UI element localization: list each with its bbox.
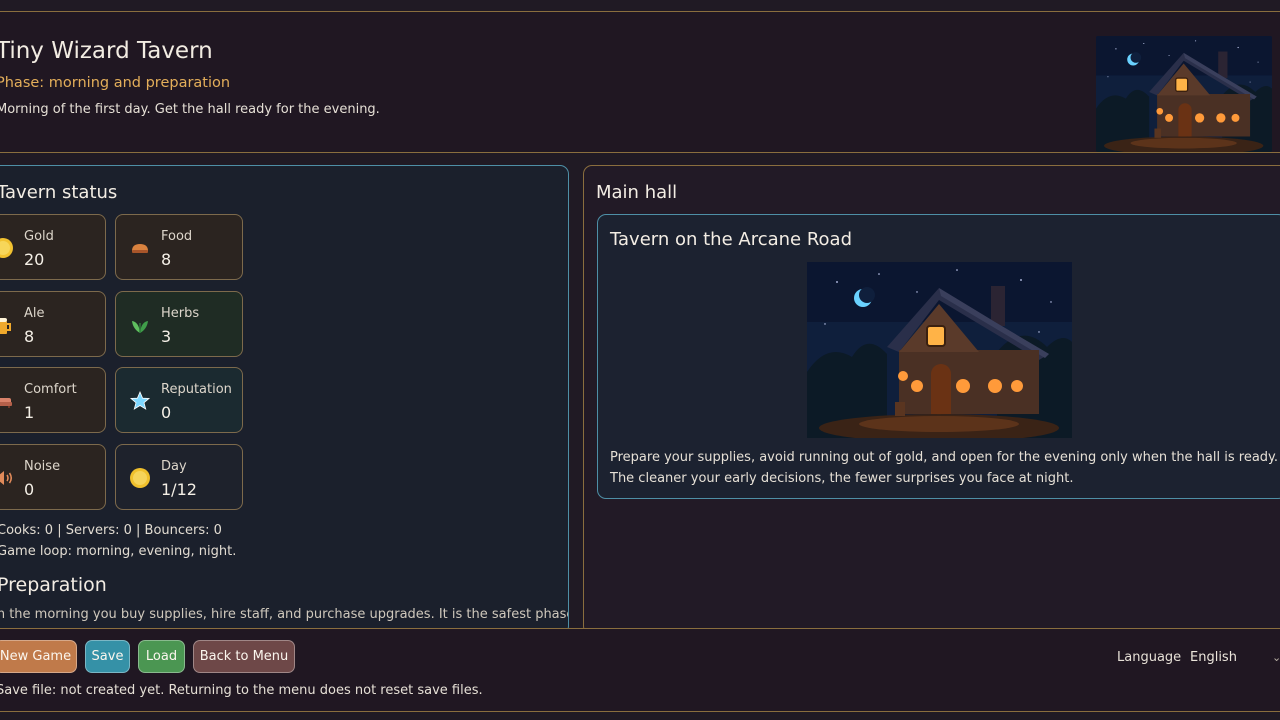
game-title: Tiny Wizard Tavern [0,38,213,64]
resource-value: 20 [24,250,45,269]
footer: New Game Save Load Back to Menu Save fil… [0,629,1280,711]
resource-value: 8 [24,327,35,346]
resource-card-day: Day 1/12 [115,444,243,510]
resource-label: Noise [24,459,61,474]
new-game-button[interactable]: New Game [0,640,77,673]
main-hall-panel: Main hall Tavern on the Arcane Road Prep… [583,165,1280,635]
language-select[interactable]: English [1190,650,1280,665]
resource-label: Comfort [24,382,77,397]
sofa-icon [0,398,12,408]
resource-value: 1/12 [161,480,197,499]
back-to-menu-button[interactable]: Back to Menu [193,640,295,673]
location-title: Tavern on the Arcane Road [610,229,853,250]
preparation-text: In the morning you buy supplies, hire st… [0,607,569,622]
speaker-icon [0,471,13,485]
language-label: Language [1117,650,1182,665]
resource-card-food: Food 8 [115,214,243,280]
coin-icon [0,238,13,258]
resource-value: 0 [24,480,35,499]
phase-description: Morning of the first day. Get the hall r… [0,102,380,117]
resource-card-reputation: Reputation 0 [115,367,243,433]
resource-value: 1 [24,403,35,422]
staff-summary: Cooks: 0 | Servers: 0 | Bouncers: 0 [0,523,222,538]
resource-label: Food [161,229,193,244]
resource-card-herbs: Herbs 3 [115,291,243,357]
location-description-line: Prepare your supplies, avoid running out… [610,450,1279,465]
resource-label: Reputation [161,382,232,397]
location-card: Tavern on the Arcane Road Prepare your s… [597,214,1280,499]
resource-card-noise: Noise 0 [0,444,106,510]
resource-card-gold: Gold 20 [0,214,106,280]
load-button[interactable]: Load [138,640,185,673]
preparation-title: Preparation [0,574,107,596]
resource-card-ale: Ale 8 [0,291,106,357]
beer-mug-icon [0,318,11,334]
main-hall-title: Main hall [596,182,678,203]
tavern-status-title: Tavern status [0,182,118,203]
bottom-border [0,711,1280,712]
header-divider [0,152,1280,153]
resource-value: 0 [161,403,172,422]
resource-label: Day [161,459,187,474]
resource-label: Gold [24,229,54,244]
resource-value: 8 [161,250,172,269]
resource-label: Herbs [161,306,200,321]
phase-label: Phase: morning and preparation [0,75,231,91]
resource-card-comfort: Comfort 1 [0,367,106,433]
tavern-scene-image [807,262,1072,438]
resource-label: Ale [24,306,45,321]
tavern-status-panel: Tavern status Gold 20 Food 8 Ale 8 Herbs… [0,165,569,635]
herb-leaf-icon [132,321,148,333]
header: Tiny Wizard Tavern Phase: morning and pr… [0,12,1280,153]
tavern-thumbnail [1096,36,1272,152]
star-icon [129,390,151,410]
bread-icon [132,244,148,253]
sun-icon [130,468,150,488]
save-button[interactable]: Save [85,640,130,673]
game-loop-text: Game loop: morning, evening, night. [0,544,237,559]
resource-value: 3 [161,327,172,346]
location-description-line: The cleaner your early decisions, the fe… [610,471,1074,486]
chevron-down-icon[interactable]: ⌄ [1272,651,1280,664]
save-file-status: Save file: not created yet. Returning to… [0,683,483,698]
